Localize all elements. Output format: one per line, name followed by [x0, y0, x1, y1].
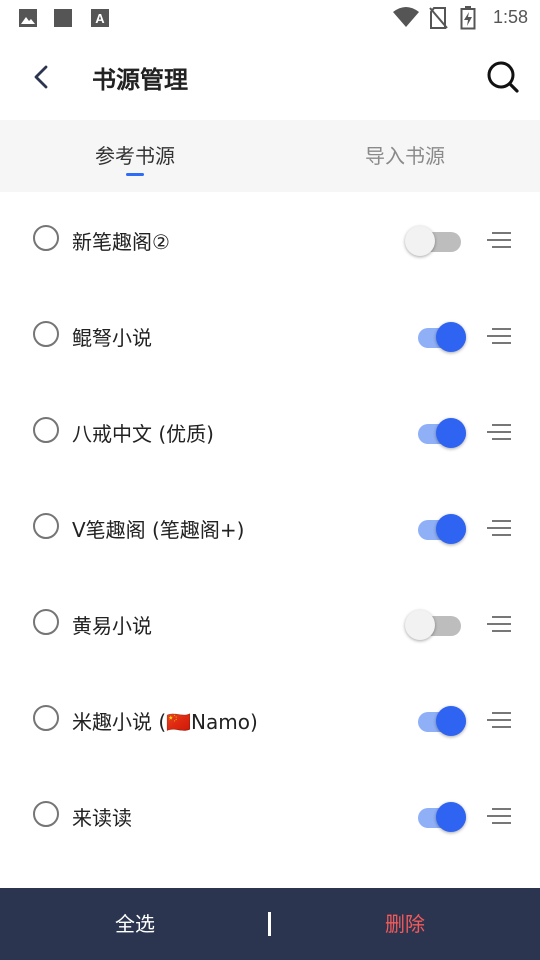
- drag-handle-icon[interactable]: [486, 518, 512, 538]
- search-icon: [484, 61, 522, 100]
- tab-active-indicator: [126, 173, 144, 176]
- enable-toggle[interactable]: [418, 800, 478, 832]
- select-radio[interactable]: [33, 513, 59, 539]
- list-item[interactable]: V笔趣阁 (笔趣阁+): [0, 480, 540, 576]
- drag-handle-icon[interactable]: [486, 614, 512, 634]
- select-radio[interactable]: [33, 321, 59, 347]
- enable-toggle[interactable]: [418, 704, 478, 736]
- page-title: 书源管理: [92, 66, 188, 94]
- source-name: 八戒中文 (优质): [72, 422, 214, 446]
- source-name: 新笔趣阁②: [72, 230, 170, 254]
- status-bar: A 1:58: [0, 0, 540, 36]
- select-radio[interactable]: [33, 705, 59, 731]
- source-name: V笔趣阁 (笔趣阁+): [72, 518, 245, 542]
- select-radio[interactable]: [33, 417, 59, 443]
- list-item[interactable]: 新笔趣阁②: [0, 192, 540, 288]
- font-icon: A: [90, 8, 110, 32]
- enable-toggle[interactable]: [418, 512, 478, 544]
- source-name: 米趣小说 (🇨🇳Namo): [72, 710, 258, 734]
- list-item[interactable]: 八戒中文 (优质): [0, 384, 540, 480]
- list-item[interactable]: 来读读: [0, 768, 540, 864]
- enable-toggle[interactable]: [405, 224, 465, 256]
- enable-toggle[interactable]: [418, 320, 478, 352]
- image-icon: [18, 8, 38, 32]
- tab-reference-sources[interactable]: 参考书源: [0, 120, 270, 192]
- back-arrow-icon: [26, 65, 60, 98]
- list-item[interactable]: 鲲弩小说: [0, 288, 540, 384]
- select-radio[interactable]: [33, 225, 59, 251]
- list-item[interactable]: 米趣小说 (🇨🇳Namo): [0, 672, 540, 768]
- tab-import-sources[interactable]: 导入书源: [270, 120, 540, 192]
- app-bar: 书源管理: [0, 36, 540, 120]
- tab-bar: 参考书源 导入书源: [0, 120, 540, 192]
- drag-handle-icon[interactable]: [486, 806, 512, 826]
- search-button[interactable]: [484, 58, 522, 96]
- drag-handle-icon[interactable]: [486, 422, 512, 442]
- back-button[interactable]: [26, 60, 60, 94]
- svg-text:A: A: [95, 11, 105, 26]
- list-item[interactable]: 黄易小说: [0, 576, 540, 672]
- drag-handle-icon[interactable]: [486, 710, 512, 730]
- drag-handle-icon[interactable]: [486, 230, 512, 250]
- select-radio[interactable]: [33, 609, 59, 635]
- drag-handle-icon[interactable]: [486, 326, 512, 346]
- square-icon: [53, 8, 73, 32]
- bottom-action-bar: 全选 删除: [0, 888, 540, 960]
- status-time: 1:58: [492, 7, 528, 27]
- source-name: 鲲弩小说: [72, 326, 152, 350]
- enable-toggle[interactable]: [405, 608, 465, 640]
- battery-charging-icon: [460, 6, 476, 34]
- source-list: 新笔趣阁② 鲲弩小说 八戒中文 (优质) V笔趣阁 (笔趣阁+) 黄易小说 米趣…: [0, 192, 540, 864]
- source-name: 黄易小说: [72, 614, 152, 638]
- wifi-icon: [392, 6, 420, 32]
- delete-button[interactable]: 删除: [270, 888, 540, 960]
- select-all-button[interactable]: 全选: [0, 888, 270, 960]
- enable-toggle[interactable]: [418, 416, 478, 448]
- no-sim-icon: [428, 6, 448, 34]
- source-name: 来读读: [72, 806, 132, 830]
- select-radio[interactable]: [33, 801, 59, 827]
